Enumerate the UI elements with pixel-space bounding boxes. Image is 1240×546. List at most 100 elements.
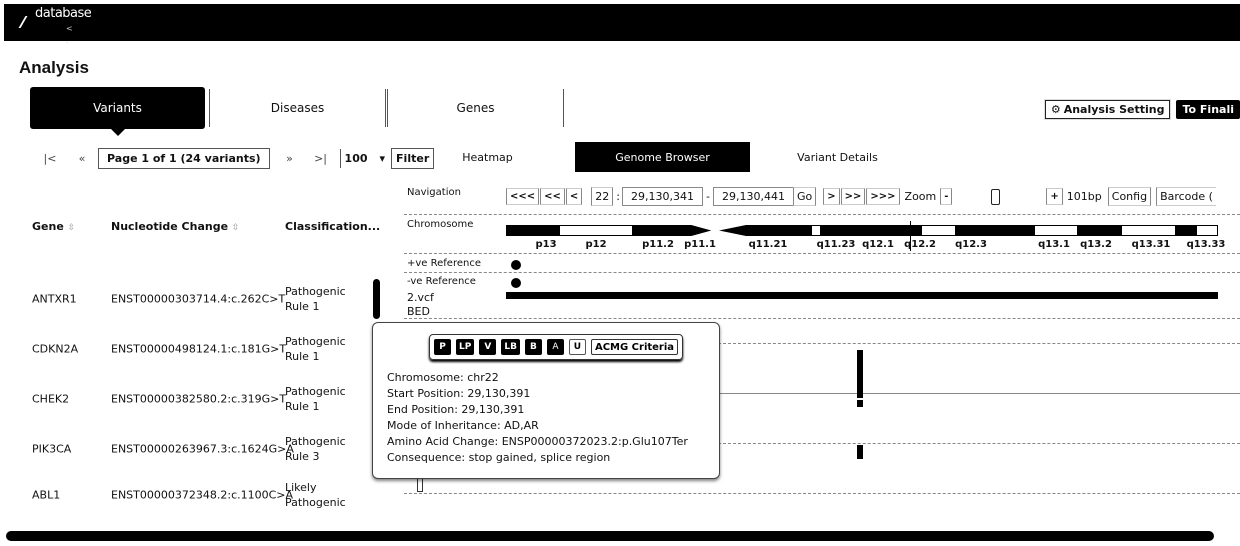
- column-header-gene[interactable]: Gene ⇳: [32, 220, 75, 233]
- next-page-button[interactable]: »: [270, 152, 310, 165]
- config-button[interactable]: Config: [1107, 187, 1152, 206]
- scroll-left-far-button[interactable]: <<<: [506, 188, 540, 205]
- class-line: Pathogenic: [285, 285, 346, 298]
- classification-cell: Likely Pathogenic: [285, 480, 346, 510]
- reference-marker-icon[interactable]: [511, 260, 521, 270]
- tab-diseases[interactable]: Diseases: [210, 87, 385, 129]
- scroll-right-far-button[interactable]: >>>: [866, 188, 900, 205]
- class-line: Pathogenic: [285, 496, 346, 509]
- gene-cell: CHEK2: [32, 392, 70, 406]
- band-label: q13.1: [1038, 239, 1070, 250]
- prev-page-button[interactable]: «: [66, 152, 98, 165]
- acmg-toolbar: P LP V LB B A U ACMG Criteria: [429, 334, 684, 360]
- nucleotide-cell: ENST00000382580.2:c.319G>T: [111, 392, 287, 406]
- divider: [404, 214, 1240, 215]
- tab-genome-browser[interactable]: Genome Browser: [575, 142, 750, 172]
- class-line: Likely: [285, 481, 317, 494]
- class-line: Rule 3: [285, 450, 320, 463]
- zoom-out-button[interactable]: -: [940, 188, 953, 205]
- variant-marker[interactable]: [857, 400, 863, 407]
- band-label: q11.21: [748, 239, 788, 250]
- first-page-button[interactable]: |<: [34, 152, 66, 165]
- gear-icon: ⚙: [1050, 103, 1061, 116]
- table-row[interactable]: ABL1 ENST00000372348.2:c.1100C>A Likely P…: [0, 470, 370, 520]
- table-row[interactable]: CDKN2A ENST00000498124.1:c.181G>T Pathog…: [0, 324, 370, 374]
- band-label: q13.2: [1080, 239, 1112, 250]
- chromosome-band: [1121, 225, 1176, 236]
- info-chromosome: Chromosome: chr22: [387, 371, 499, 384]
- barcode-button[interactable]: Barcode (: [1156, 187, 1216, 206]
- scroll-left-button[interactable]: <: [565, 188, 583, 205]
- track-line: [718, 443, 1240, 444]
- scroll-right-button[interactable]: >: [823, 188, 840, 205]
- acmg-pathogenic-button[interactable]: P: [434, 339, 451, 355]
- logo-subtext: < .: [66, 24, 73, 45]
- tab-heatmap[interactable]: Heatmap: [400, 142, 575, 172]
- chromosome-band: [811, 225, 821, 236]
- caret-down-icon: ▾: [379, 151, 386, 165]
- variant-marker[interactable]: [857, 350, 863, 398]
- acmg-likely-pathogenic-button[interactable]: LP: [456, 339, 475, 355]
- tab-variant-details[interactable]: Variant Details: [750, 142, 925, 172]
- band-label: p11.1: [684, 239, 716, 250]
- chromosome-band: [1078, 225, 1121, 236]
- to-final-button[interactable]: To Finali: [1176, 100, 1240, 119]
- per-page-value: 100: [344, 151, 368, 165]
- table-row[interactable]: CHEK2 ENST00000382580.2:c.319G>T Pathoge…: [0, 374, 370, 424]
- table-row[interactable]: PIK3CA ENST00000263967.3:c.1624G>A Patho…: [0, 424, 370, 474]
- reference-marker-icon[interactable]: [511, 278, 521, 288]
- separator: -: [706, 190, 710, 203]
- scroll-left-more-button[interactable]: <<: [540, 188, 565, 205]
- chromosome-band: [821, 225, 836, 236]
- band-label: p13: [535, 239, 557, 250]
- band-label: q13.31: [1131, 239, 1171, 250]
- classification-cell: Pathogenic Rule 1: [285, 384, 346, 414]
- column-header-nucleotide[interactable]: Nucleotide Change ⇳: [111, 220, 239, 233]
- go-button[interactable]: Go: [792, 187, 817, 206]
- end-position-input[interactable]: 29,130,441: [712, 187, 793, 206]
- class-line: Pathogenic: [285, 435, 346, 448]
- analysis-setting-button[interactable]: ⚙ Analysis Setting: [1044, 100, 1171, 119]
- header-label: Gene: [32, 220, 64, 233]
- table-scrollbar[interactable]: [373, 279, 380, 319]
- start-position-input[interactable]: 29,130,341: [622, 187, 703, 206]
- info-start: Start Position: 29,130,391: [387, 387, 531, 400]
- per-page-select[interactable]: 100 ▾: [339, 148, 390, 168]
- tab-variants[interactable]: Variants: [30, 87, 205, 136]
- analysis-setting-label: Analysis Setting: [1063, 103, 1165, 116]
- acmg-likely-benign-button[interactable]: LB: [501, 339, 520, 355]
- acmg-criteria-button[interactable]: ACMG Criteria: [590, 339, 679, 355]
- variant-marker[interactable]: [857, 445, 863, 459]
- nucleotide-cell: ENST00000372348.2:c.1100C>A: [111, 488, 294, 502]
- column-header-classification[interactable]: Classification...: [285, 220, 380, 233]
- vcf-coverage-bar[interactable]: [506, 292, 1218, 299]
- acmg-artifact-button[interactable]: A: [546, 339, 564, 355]
- acmg-unknown-button[interactable]: U: [568, 339, 586, 355]
- divider: [404, 318, 1240, 319]
- track-label-vcf: 2.vcf: [407, 291, 434, 304]
- page-title: Analysis: [19, 58, 89, 77]
- gene-cell: ABL1: [32, 488, 61, 502]
- sort-icon[interactable]: ⇳: [232, 223, 240, 233]
- pagination: |< « Page 1 of 1 (24 variants) » >| 100 …: [34, 146, 435, 170]
- horizontal-scrollbar[interactable]: [6, 531, 1214, 541]
- zoom-slider-handle[interactable]: [991, 188, 1001, 205]
- scroll-right-more-button[interactable]: >>: [840, 188, 866, 205]
- class-line: Pathogenic: [285, 335, 346, 348]
- top-actions: ⚙ Analysis Setting To Finali: [1044, 100, 1240, 119]
- chromosome-input[interactable]: 22: [591, 187, 614, 206]
- class-line: Rule 1: [285, 400, 320, 413]
- acmg-benign-button[interactable]: B: [524, 339, 542, 355]
- class-line: Rule 1: [285, 350, 320, 363]
- chromosome-ideogram[interactable]: p13 p12 p11.2 p11.1 q11.21 q11.23 q12.1 q12.2 q1…: [506, 221, 1225, 251]
- chromosome-band: [711, 225, 719, 236]
- last-page-button[interactable]: >|: [310, 152, 332, 165]
- zoom-in-button[interactable]: +: [1046, 188, 1063, 205]
- track-label-bed: BED: [407, 305, 430, 318]
- acmg-vus-button[interactable]: V: [479, 339, 497, 355]
- chromosome-band: [836, 225, 876, 236]
- table-row[interactable]: ANTXR1 ENST00000303714.4:c.262C>T Pathog…: [0, 274, 370, 324]
- tab-genes[interactable]: Genes: [388, 87, 563, 129]
- sort-icon[interactable]: ⇳: [68, 223, 76, 233]
- chromosome-label: Chromosome: [407, 219, 474, 230]
